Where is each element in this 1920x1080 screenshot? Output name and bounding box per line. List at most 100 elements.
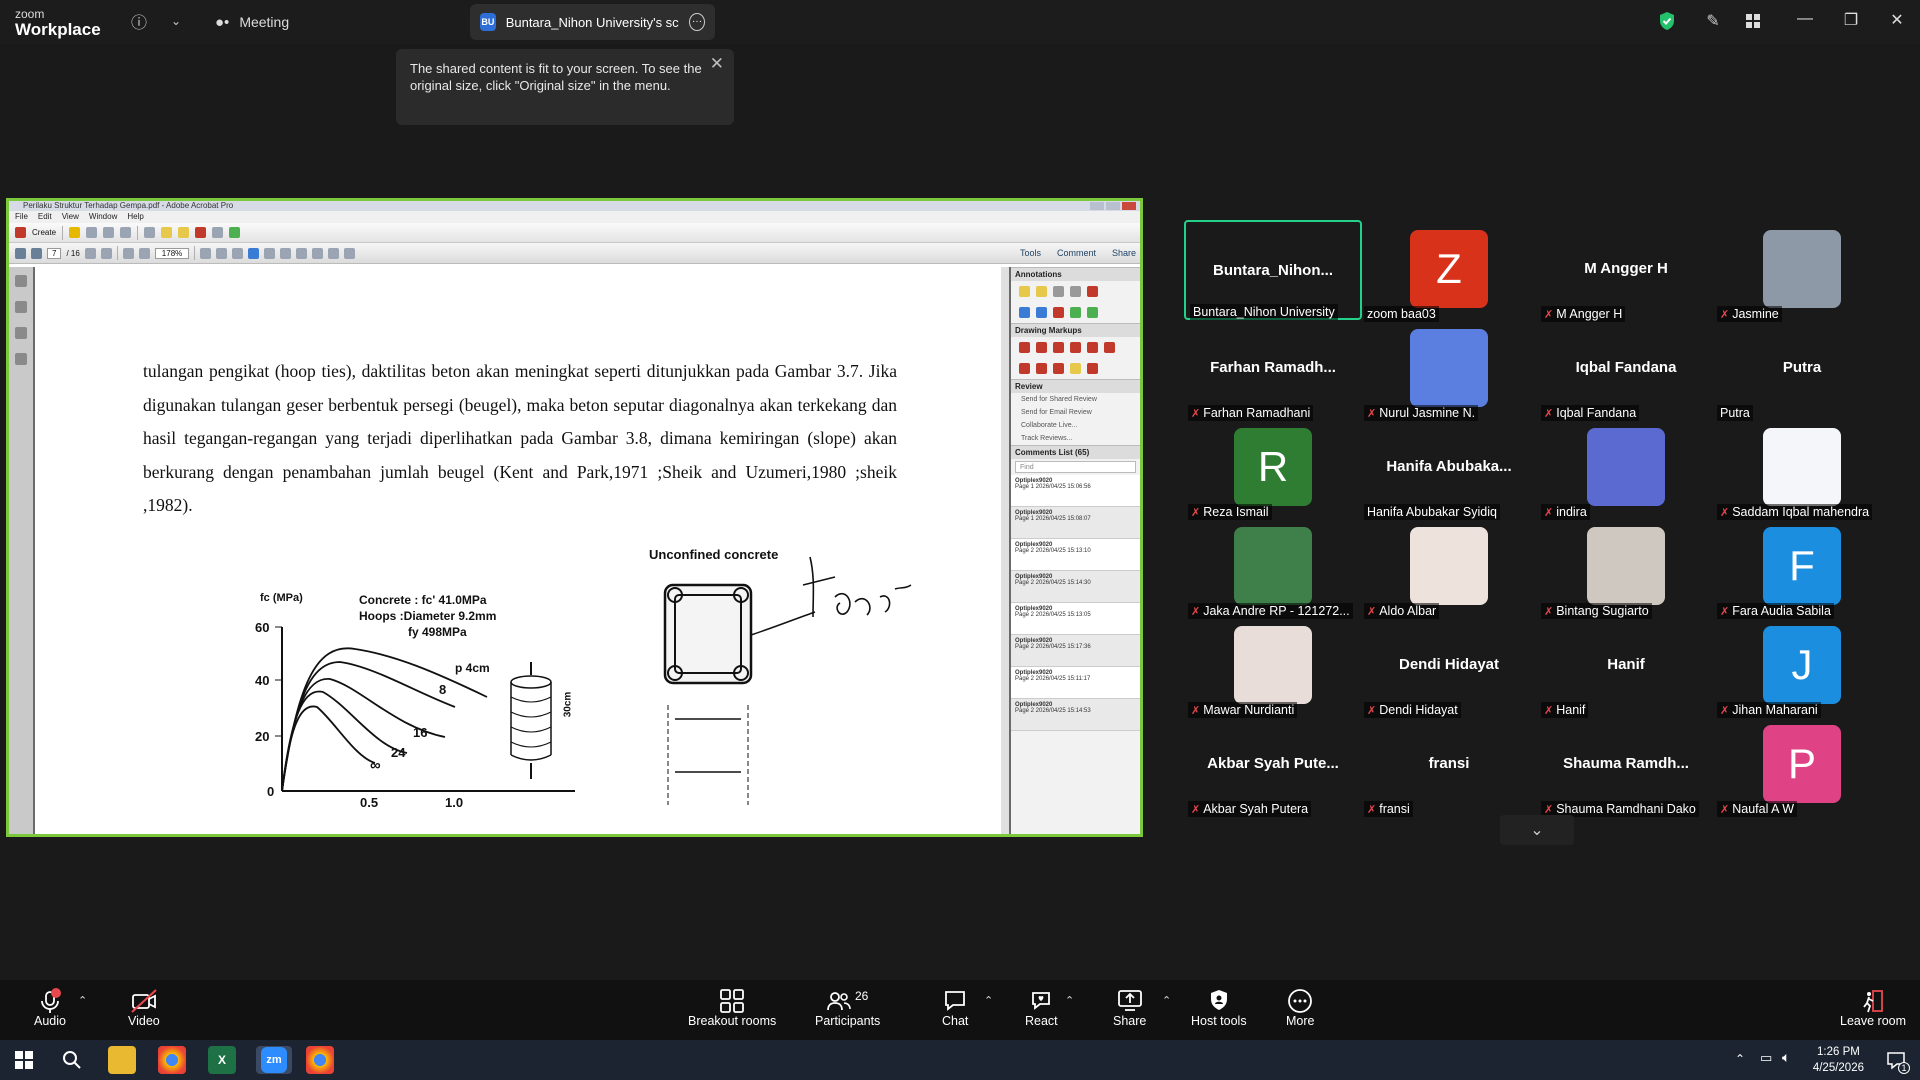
meeting-tab[interactable]: ●• Meeting bbox=[215, 8, 289, 36]
zoom-level-input[interactable]: 178% bbox=[154, 247, 190, 259]
pencil-icon[interactable] bbox=[1070, 363, 1081, 374]
participant-tile[interactable]: Iqbal Fandana ✗ Iqbal Fandana bbox=[1537, 319, 1715, 421]
fit-width-icon[interactable] bbox=[216, 247, 228, 259]
participant-tile[interactable]: ✗ indira bbox=[1537, 418, 1715, 520]
acrobat-maximize[interactable] bbox=[1106, 202, 1120, 210]
underline-icon[interactable] bbox=[1070, 307, 1081, 318]
volume-icon[interactable]: 🔈︎ bbox=[1782, 1049, 1790, 1066]
print-icon[interactable] bbox=[103, 227, 115, 238]
text-comment-icon[interactable] bbox=[1036, 286, 1047, 297]
comment-item[interactable]: Optiplex9020 Page 1 2026/04/25 15:06:56 bbox=[1011, 475, 1140, 507]
share-tab[interactable]: Share bbox=[1112, 243, 1136, 264]
pdf-icon[interactable] bbox=[195, 227, 207, 238]
comment-tab[interactable]: Comment bbox=[1057, 243, 1096, 264]
replace-text-icon[interactable] bbox=[1036, 307, 1047, 318]
menu-window[interactable]: Window bbox=[89, 211, 117, 223]
participant-tile[interactable]: Hanifa Abubaka... Hanifa Abubakar Syidiq bbox=[1360, 418, 1538, 520]
file-explorer-icon[interactable] bbox=[108, 1046, 136, 1074]
audio-button[interactable]: Audio bbox=[34, 988, 66, 1028]
arrow-icon[interactable] bbox=[1070, 342, 1081, 353]
chevron-down-icon[interactable]: ⌄ bbox=[165, 10, 187, 32]
chat-options-caret[interactable]: ⌃ bbox=[984, 994, 993, 1007]
comment-item[interactable]: Optiplex9020 Page 2 2026/04/25 15:11:17 bbox=[1011, 667, 1140, 699]
leave-room-button[interactable]: Leave room bbox=[1840, 988, 1906, 1028]
chrome-profile-icon[interactable] bbox=[306, 1046, 334, 1074]
more-options-icon[interactable]: ··· bbox=[689, 13, 705, 31]
rotate-icon[interactable] bbox=[232, 247, 244, 259]
chat-button[interactable]: Chat bbox=[942, 988, 968, 1028]
strike-icon[interactable] bbox=[1053, 307, 1064, 318]
textbox-icon[interactable] bbox=[1019, 342, 1030, 353]
restore-button[interactable]: ❐ bbox=[1836, 10, 1866, 30]
sticky-note-icon[interactable] bbox=[1019, 286, 1030, 297]
menu-help[interactable]: Help bbox=[127, 211, 143, 223]
participant-tile[interactable]: ✗ Mawar Nurdianti bbox=[1184, 616, 1362, 718]
participants-button[interactable]: 26 Participants bbox=[815, 988, 880, 1028]
acrobat-minimize[interactable] bbox=[1090, 202, 1104, 210]
windows-start-icon[interactable] bbox=[10, 1046, 38, 1074]
insert-text-icon[interactable] bbox=[1087, 307, 1098, 318]
participant-tile[interactable]: ✗ Saddam Iqbal mahendra bbox=[1713, 418, 1891, 520]
network-icon[interactable]: ▭ bbox=[1760, 1050, 1772, 1066]
participant-tile[interactable]: Buntara_Nihon... Buntara_Nihon University bbox=[1184, 220, 1362, 320]
shared-screen[interactable]: Perilaku Struktur Terhadap Gempa.pdf - A… bbox=[6, 198, 1143, 837]
comment2-icon[interactable] bbox=[178, 227, 190, 238]
participant-tile[interactable]: ✗ Bintang Sugiarto bbox=[1537, 517, 1715, 619]
select-tool-icon[interactable] bbox=[84, 247, 96, 259]
settings-icon[interactable] bbox=[144, 227, 156, 238]
collaborate-live[interactable]: Collaborate Live... bbox=[1011, 419, 1140, 432]
review-header[interactable]: Review bbox=[1011, 379, 1140, 393]
comment-find-input[interactable]: Find bbox=[1015, 461, 1136, 473]
drawing-markups-header[interactable]: Drawing Markups bbox=[1011, 323, 1140, 337]
hand-tool-icon[interactable] bbox=[100, 247, 112, 259]
info-icon[interactable]: ⓘ bbox=[128, 10, 150, 32]
notification-center-icon[interactable]: 1 bbox=[1884, 1048, 1910, 1074]
tool-c-icon[interactable] bbox=[296, 247, 308, 259]
comments-list-header[interactable]: Comments List (65) bbox=[1011, 445, 1140, 459]
participant-tile[interactable]: Akbar Syah Pute... ✗ Akbar Syah Putera bbox=[1184, 715, 1362, 817]
comment-item[interactable]: Optiplex9020 Page 2 2026/04/25 15:13:05 bbox=[1011, 603, 1140, 635]
participant-tile[interactable]: J ✗ Jihan Maharani bbox=[1713, 616, 1891, 718]
create-button[interactable]: Create bbox=[32, 228, 56, 237]
snapshot-icon[interactable] bbox=[312, 247, 324, 259]
video-button[interactable]: Video bbox=[128, 988, 160, 1028]
attach-icon[interactable] bbox=[1070, 286, 1081, 297]
email-icon[interactable] bbox=[120, 227, 132, 238]
participant-tile[interactable]: ✗ Nurul Jasmine N. bbox=[1360, 319, 1538, 421]
text-edit-icon[interactable] bbox=[1019, 307, 1030, 318]
close-button[interactable]: ✕ bbox=[1882, 10, 1912, 30]
breakout-rooms-button[interactable]: Breakout rooms bbox=[688, 988, 776, 1028]
export-icon[interactable] bbox=[212, 227, 224, 238]
layout-view-icon[interactable] bbox=[1742, 10, 1764, 32]
record-icon[interactable] bbox=[1087, 286, 1098, 297]
more-button[interactable]: More bbox=[1286, 988, 1314, 1028]
participant-tile[interactable]: F ✗ Fara Audia Sabila bbox=[1713, 517, 1891, 619]
comment-item[interactable]: Optiplex9020 Page 2 2026/04/25 15:14:30 bbox=[1011, 571, 1140, 603]
zoom-in-icon[interactable] bbox=[138, 247, 150, 259]
participant-tile[interactable]: ✗ Jaka Andre RP - 121272... bbox=[1184, 517, 1362, 619]
comment-item[interactable]: Optiplex9020 Page 2 2026/04/25 15:17:36 bbox=[1011, 635, 1140, 667]
pages-icon[interactable] bbox=[15, 275, 27, 287]
polygon-icon[interactable] bbox=[1036, 363, 1047, 374]
oval-icon[interactable] bbox=[1087, 342, 1098, 353]
comment-item[interactable]: Optiplex9020 Page 1 2026/04/25 15:08:07 bbox=[1011, 507, 1140, 539]
tool-a-icon[interactable] bbox=[264, 247, 276, 259]
participant-tile[interactable]: fransi ✗ fransi bbox=[1360, 715, 1538, 817]
chrome-icon[interactable] bbox=[158, 1046, 186, 1074]
participant-tile[interactable]: ✗ Aldo Albar bbox=[1360, 517, 1538, 619]
menu-edit[interactable]: Edit bbox=[38, 211, 52, 223]
comment-icon[interactable] bbox=[161, 227, 173, 238]
participant-tile[interactable]: Dendi Hidayat ✗ Dendi Hidayat bbox=[1360, 616, 1538, 718]
gallery-next-page-button[interactable]: ⌄ bbox=[1500, 815, 1574, 845]
bookmarks-icon[interactable] bbox=[15, 301, 27, 313]
attachments-icon[interactable] bbox=[15, 327, 27, 339]
shared-screen-tab[interactable]: BU Buntara_Nihon University's screen ··· bbox=[470, 4, 715, 40]
participant-tile[interactable]: ✗ Jasmine bbox=[1713, 220, 1891, 322]
menu-file[interactable]: File bbox=[15, 211, 28, 223]
find-icon[interactable] bbox=[328, 247, 340, 259]
acrobat-close[interactable] bbox=[1122, 202, 1136, 210]
comment-item[interactable]: Optiplex9020 Page 2 2026/04/25 15:13:10 bbox=[1011, 539, 1140, 571]
open-icon[interactable] bbox=[69, 227, 81, 238]
line-icon[interactable] bbox=[1053, 342, 1064, 353]
zoom-out-icon[interactable] bbox=[122, 247, 134, 259]
